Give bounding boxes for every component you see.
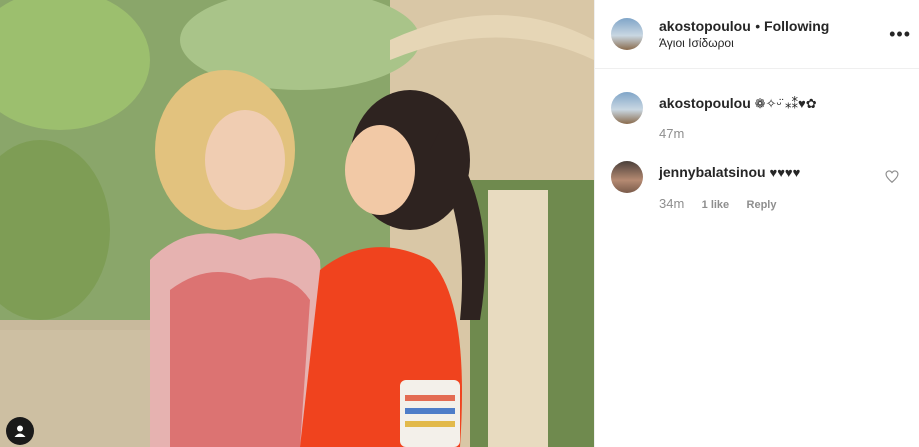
avatar[interactable] [611, 92, 643, 124]
comment-username[interactable]: akostopoulou [659, 95, 751, 111]
user-tag-icon[interactable] [6, 417, 34, 445]
comment-time[interactable]: 34m [659, 196, 684, 211]
reply-button[interactable]: Reply [747, 199, 777, 211]
comment-text: ♥♥♥♥ [769, 165, 801, 180]
photo-illustration [0, 0, 594, 447]
heart-icon[interactable] [885, 170, 899, 184]
post-sidebar: akostopoulou • Following Άγιοι Ισίδωροι … [594, 0, 919, 447]
follow-status-button[interactable]: Following [764, 18, 829, 34]
dot-separator: • [755, 18, 765, 34]
avatar[interactable] [611, 161, 643, 193]
comment-text: ❁✧ᵕ̈ ⁎⁑♥✿ [754, 96, 817, 111]
header-username[interactable]: akostopoulou [659, 18, 751, 34]
post-header: akostopoulou • Following Άγιοι Ισίδωροι … [595, 0, 919, 69]
comment-time[interactable]: 47m [659, 126, 684, 141]
location-link[interactable]: Άγιοι Ισίδωροι [659, 35, 829, 51]
avatar[interactable] [611, 18, 643, 50]
post-photo[interactable] [0, 0, 594, 447]
comment-likes[interactable]: 1 like [702, 199, 730, 211]
more-options-icon[interactable]: ••• [889, 24, 911, 45]
comment-username[interactable]: jennybalatsinou [659, 164, 766, 180]
